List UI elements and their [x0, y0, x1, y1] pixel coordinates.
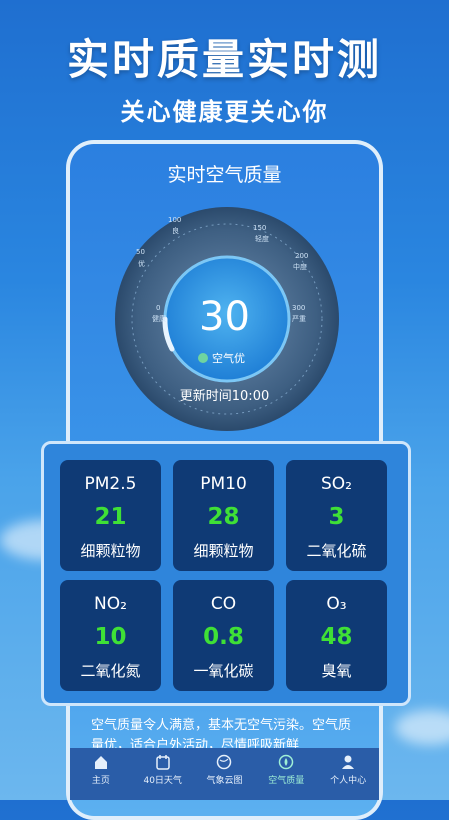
gauge-tick-label: 轻度 — [255, 235, 269, 243]
pollutant-name: PM2.5 — [84, 474, 137, 494]
tab-label: 个人中心 — [330, 776, 367, 786]
home-icon — [94, 756, 107, 769]
pollutant-name: CO — [210, 594, 237, 614]
gauge-tick-label: 50 — [136, 248, 145, 256]
pollutant-name: O₃ — [326, 594, 347, 614]
gauge-tick-label: 中度 — [293, 263, 307, 271]
pollutant-desc: 臭氧 — [321, 662, 352, 680]
update-time: 更新时间10:00 — [179, 389, 270, 404]
tab-40day-weather[interactable]: 40日天气 — [132, 748, 194, 800]
pollutant-desc: 二氧化硫 — [306, 542, 367, 560]
pollutant-desc: 细颗粒物 — [193, 542, 254, 560]
gauge-tick-label: 良 — [172, 227, 179, 235]
tab-label: 40日天气 — [143, 776, 182, 786]
tab-profile[interactable]: 个人中心 — [317, 748, 379, 800]
pollutant-desc: 细颗粒物 — [80, 542, 141, 560]
pollutant-card-co[interactable]: CO 0.8 一氧化碳 — [173, 580, 274, 691]
gauge-tick-label: 100 — [168, 216, 182, 224]
calendar-icon — [155, 755, 170, 770]
bottom-tab-bar: 主页 40日天气 气象云图 空气质量 个人中心 — [70, 748, 379, 800]
pollutant-card-o3[interactable]: O₃ 48 臭氧 — [286, 580, 387, 691]
tab-cloud-map[interactable]: 气象云图 — [194, 748, 256, 800]
headline: 实时质量实时测 — [66, 35, 382, 84]
pollutant-value: 28 — [207, 504, 240, 530]
tab-label: 主页 — [91, 776, 110, 786]
pollutant-card-pm25[interactable]: PM2.5 21 细颗粒物 — [60, 460, 161, 571]
pollutant-card-no2[interactable]: NO₂ 10 二氧化氮 — [60, 580, 161, 691]
pollutant-value: 10 — [94, 624, 127, 650]
gauge-tick-label: 优 — [138, 260, 145, 268]
gauge-tick-label: 150 — [253, 224, 267, 232]
pollutant-card-pm10[interactable]: PM10 28 细颗粒物 — [173, 460, 274, 571]
leaf-badge-icon — [198, 353, 208, 363]
pollutant-card-so2[interactable]: SO₂ 3 二氧化硫 — [286, 460, 387, 571]
pollutant-name: SO₂ — [321, 474, 352, 494]
pollutant-panel: PM2.5 21 细颗粒物 PM10 28 细颗粒物 SO₂ 3 二氧化硫 NO… — [41, 441, 411, 706]
pollutant-name: NO₂ — [94, 594, 127, 614]
tab-air-quality[interactable]: 空气质量 — [255, 748, 317, 800]
cloud-decoration — [395, 710, 449, 745]
tab-label: 气象云图 — [206, 776, 243, 786]
pollutant-value: 0.8 — [203, 624, 244, 650]
leaf-icon — [279, 754, 294, 770]
gauge-tick-label: 200 — [295, 252, 309, 260]
pollutant-desc: 二氧化氮 — [80, 662, 141, 680]
pollutant-value: 21 — [94, 504, 127, 530]
aqi-value: 30 — [199, 294, 250, 340]
aqi-level-label: 空气优 — [212, 352, 245, 365]
tab-label: 空气质量 — [268, 776, 305, 786]
tab-home[interactable]: 主页 — [70, 748, 132, 800]
user-icon — [342, 755, 355, 769]
aqi-level-badge: 空气优 — [198, 350, 245, 366]
subline: 关心健康更关心你 — [120, 98, 329, 126]
globe-icon — [217, 754, 232, 770]
pollutant-name: PM10 — [200, 474, 247, 494]
pollutant-value: 48 — [320, 624, 353, 650]
pollutant-desc: 一氧化碳 — [193, 662, 254, 680]
screen-title: 实时空气质量 — [167, 164, 282, 186]
pollutant-value: 3 — [328, 504, 345, 530]
